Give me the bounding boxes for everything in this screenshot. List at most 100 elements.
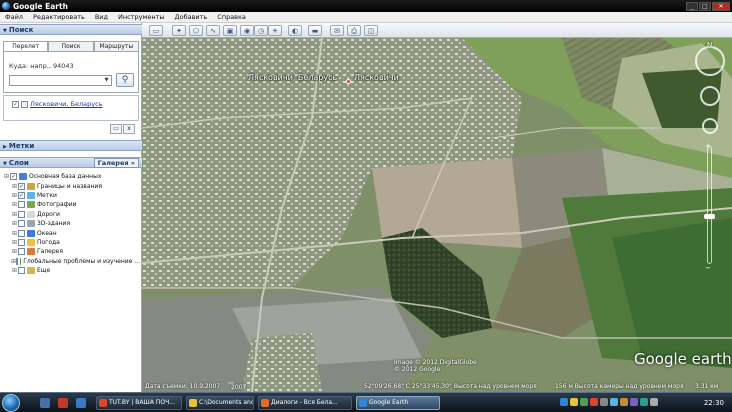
tab-fly-to[interactable]: Перелет [3,41,49,51]
map-view[interactable]: Лясковичи, Беларусь Лясковичи N + − Imag… [142,38,732,392]
tray-icon[interactable] [630,398,638,406]
maps-button[interactable]: ◫ [364,25,378,36]
places-panel-header[interactable]: ▶ Метки [0,140,142,151]
tray-icon[interactable] [610,398,618,406]
close-results-button[interactable]: x [123,124,135,134]
place-label-primary[interactable]: Лясковичи, Беларусь [248,73,337,82]
menu-tools[interactable]: Инструменты [113,13,170,21]
menu-help[interactable]: Справка [212,13,251,21]
maximize-button[interactable]: □ [699,1,711,11]
layer-row[interactable]: ⊞ 3D-здания [3,219,140,228]
expand-icon[interactable]: ⊞ [11,230,18,237]
history-button[interactable]: ◷ [254,25,268,36]
move-joystick[interactable] [702,118,718,134]
menu-add[interactable]: Добавить [170,13,213,21]
layer-checkbox[interactable] [18,210,25,218]
north-icon[interactable]: N [707,41,712,49]
zoom-out-icon[interactable]: − [705,264,711,272]
historical-imagery-badge[interactable]: ◷ 2007 [228,382,246,391]
layer-checkbox[interactable] [16,257,19,265]
tab-directions[interactable]: Маршруты [93,41,139,51]
expand-icon[interactable]: ⊞ [11,267,18,274]
place-label-secondary[interactable]: Лясковичи [354,73,399,82]
email-button[interactable]: ✉ [330,25,344,36]
menu-edit[interactable]: Редактировать [28,13,90,21]
layer-checkbox[interactable] [18,248,25,256]
start-button[interactable] [2,394,20,412]
close-button[interactable]: ✕ [712,1,730,11]
layer-row[interactable]: ⊞ Погода [3,238,140,247]
print-button[interactable]: ⎙ [347,25,361,36]
layer-checkbox[interactable] [18,220,25,228]
layer-checkbox[interactable]: ✓ [18,182,25,190]
placemark-button[interactable]: ✦ [172,25,186,36]
layer-row[interactable]: ⊞ Океан [3,228,140,237]
look-joystick[interactable] [700,86,720,106]
expand-icon[interactable]: ⊞ [11,201,18,208]
tray-icon[interactable] [580,398,588,406]
layer-row[interactable]: ⊞ Дороги [3,210,140,219]
quicklaunch-icon-1[interactable] [40,398,50,408]
sidebar-toggle-button[interactable]: ▭ [149,25,163,36]
layer-checkbox[interactable] [18,267,25,275]
search-panel-header[interactable]: ▼ Поиск [0,24,142,35]
expand-icon[interactable]: ⊞ [11,220,18,227]
minimize-button[interactable]: _ [686,1,698,11]
layers-panel-header[interactable]: ▼ Слои Галерея » [0,157,142,168]
layer-checkbox[interactable] [18,229,25,237]
layer-row[interactable]: ⊞ ✓ Метки [3,191,140,200]
zoom-in-icon[interactable]: + [705,142,711,150]
layer-row[interactable]: ⊞ ✓ Границы и названия [3,181,140,190]
tray-icon[interactable] [620,398,628,406]
taskbar-task[interactable]: Диалоги - Вся Бела... [258,396,352,410]
ruler-button[interactable]: ▬ [308,25,322,36]
expand-icon[interactable]: ⊞ [3,173,10,180]
chevron-down-icon[interactable]: ▼ [102,76,111,85]
tray-icon[interactable] [600,398,608,406]
compass-ring[interactable] [695,46,725,76]
expand-icon[interactable]: ⊞ [11,183,18,190]
tour-button[interactable]: ◉ [240,25,254,36]
clear-results-button[interactable]: ▭ [110,124,122,134]
path-button[interactable]: ∿ [206,25,220,36]
expand-icon[interactable]: ⊞ [11,248,18,255]
result-checkbox[interactable]: ✓ [12,100,19,108]
taskbar-task[interactable]: C:\Documents and S... [186,396,254,410]
search-button[interactable]: ⚲ [116,73,134,87]
expand-icon[interactable]: ⊞ [11,192,18,199]
tray-icon[interactable] [570,398,578,406]
tray-icon[interactable] [590,398,598,406]
layer-checkbox[interactable] [18,238,25,246]
gallery-button[interactable]: Галерея » [93,158,139,168]
layer-row[interactable]: ⊞ ✓ Основная база данных [3,172,140,181]
layer-checkbox[interactable]: ✓ [18,191,25,199]
layer-row[interactable]: ⊞ Глобальные проблемы и изучение ... [3,257,140,266]
sun-button[interactable]: ☀ [268,25,282,36]
layer-row[interactable]: ⊞ Еще [3,266,140,275]
taskbar-clock[interactable]: 22:30 [704,399,724,407]
tray-icon[interactable] [640,398,648,406]
result-link[interactable]: Лясковичи, Беларусь [30,100,103,108]
tray-icon[interactable] [650,398,658,406]
taskbar-task[interactable]: TUT.BY | ВАША ПОЧ... [96,396,182,410]
zoom-slider-handle[interactable] [704,214,715,219]
zoom-slider[interactable] [707,146,712,264]
layer-row[interactable]: ⊞ Фотографии [3,200,140,209]
expand-icon[interactable]: ⊞ [11,211,18,218]
layer-checkbox[interactable] [18,201,25,209]
placemark-icon[interactable] [346,79,351,84]
tray-icon[interactable] [560,398,568,406]
taskbar-task[interactable]: Google Earth [356,396,440,410]
layer-row[interactable]: ⊞ Галерея [3,247,140,256]
planet-button[interactable]: ◐ [288,25,302,36]
quicklaunch-icon-2[interactable] [58,398,68,408]
search-input[interactable]: ▼ [9,75,112,86]
expand-icon[interactable]: ⊞ [11,239,18,246]
menu-file[interactable]: Файл [0,13,28,21]
tab-find-businesses[interactable]: Поиск компаний [48,41,94,59]
overlay-button[interactable]: ▣ [223,25,237,36]
quicklaunch-icon-3[interactable] [76,398,86,408]
polygon-button[interactable]: ⬠ [189,25,203,36]
menu-view[interactable]: Вид [90,13,113,21]
layer-checkbox[interactable]: ✓ [10,173,17,181]
